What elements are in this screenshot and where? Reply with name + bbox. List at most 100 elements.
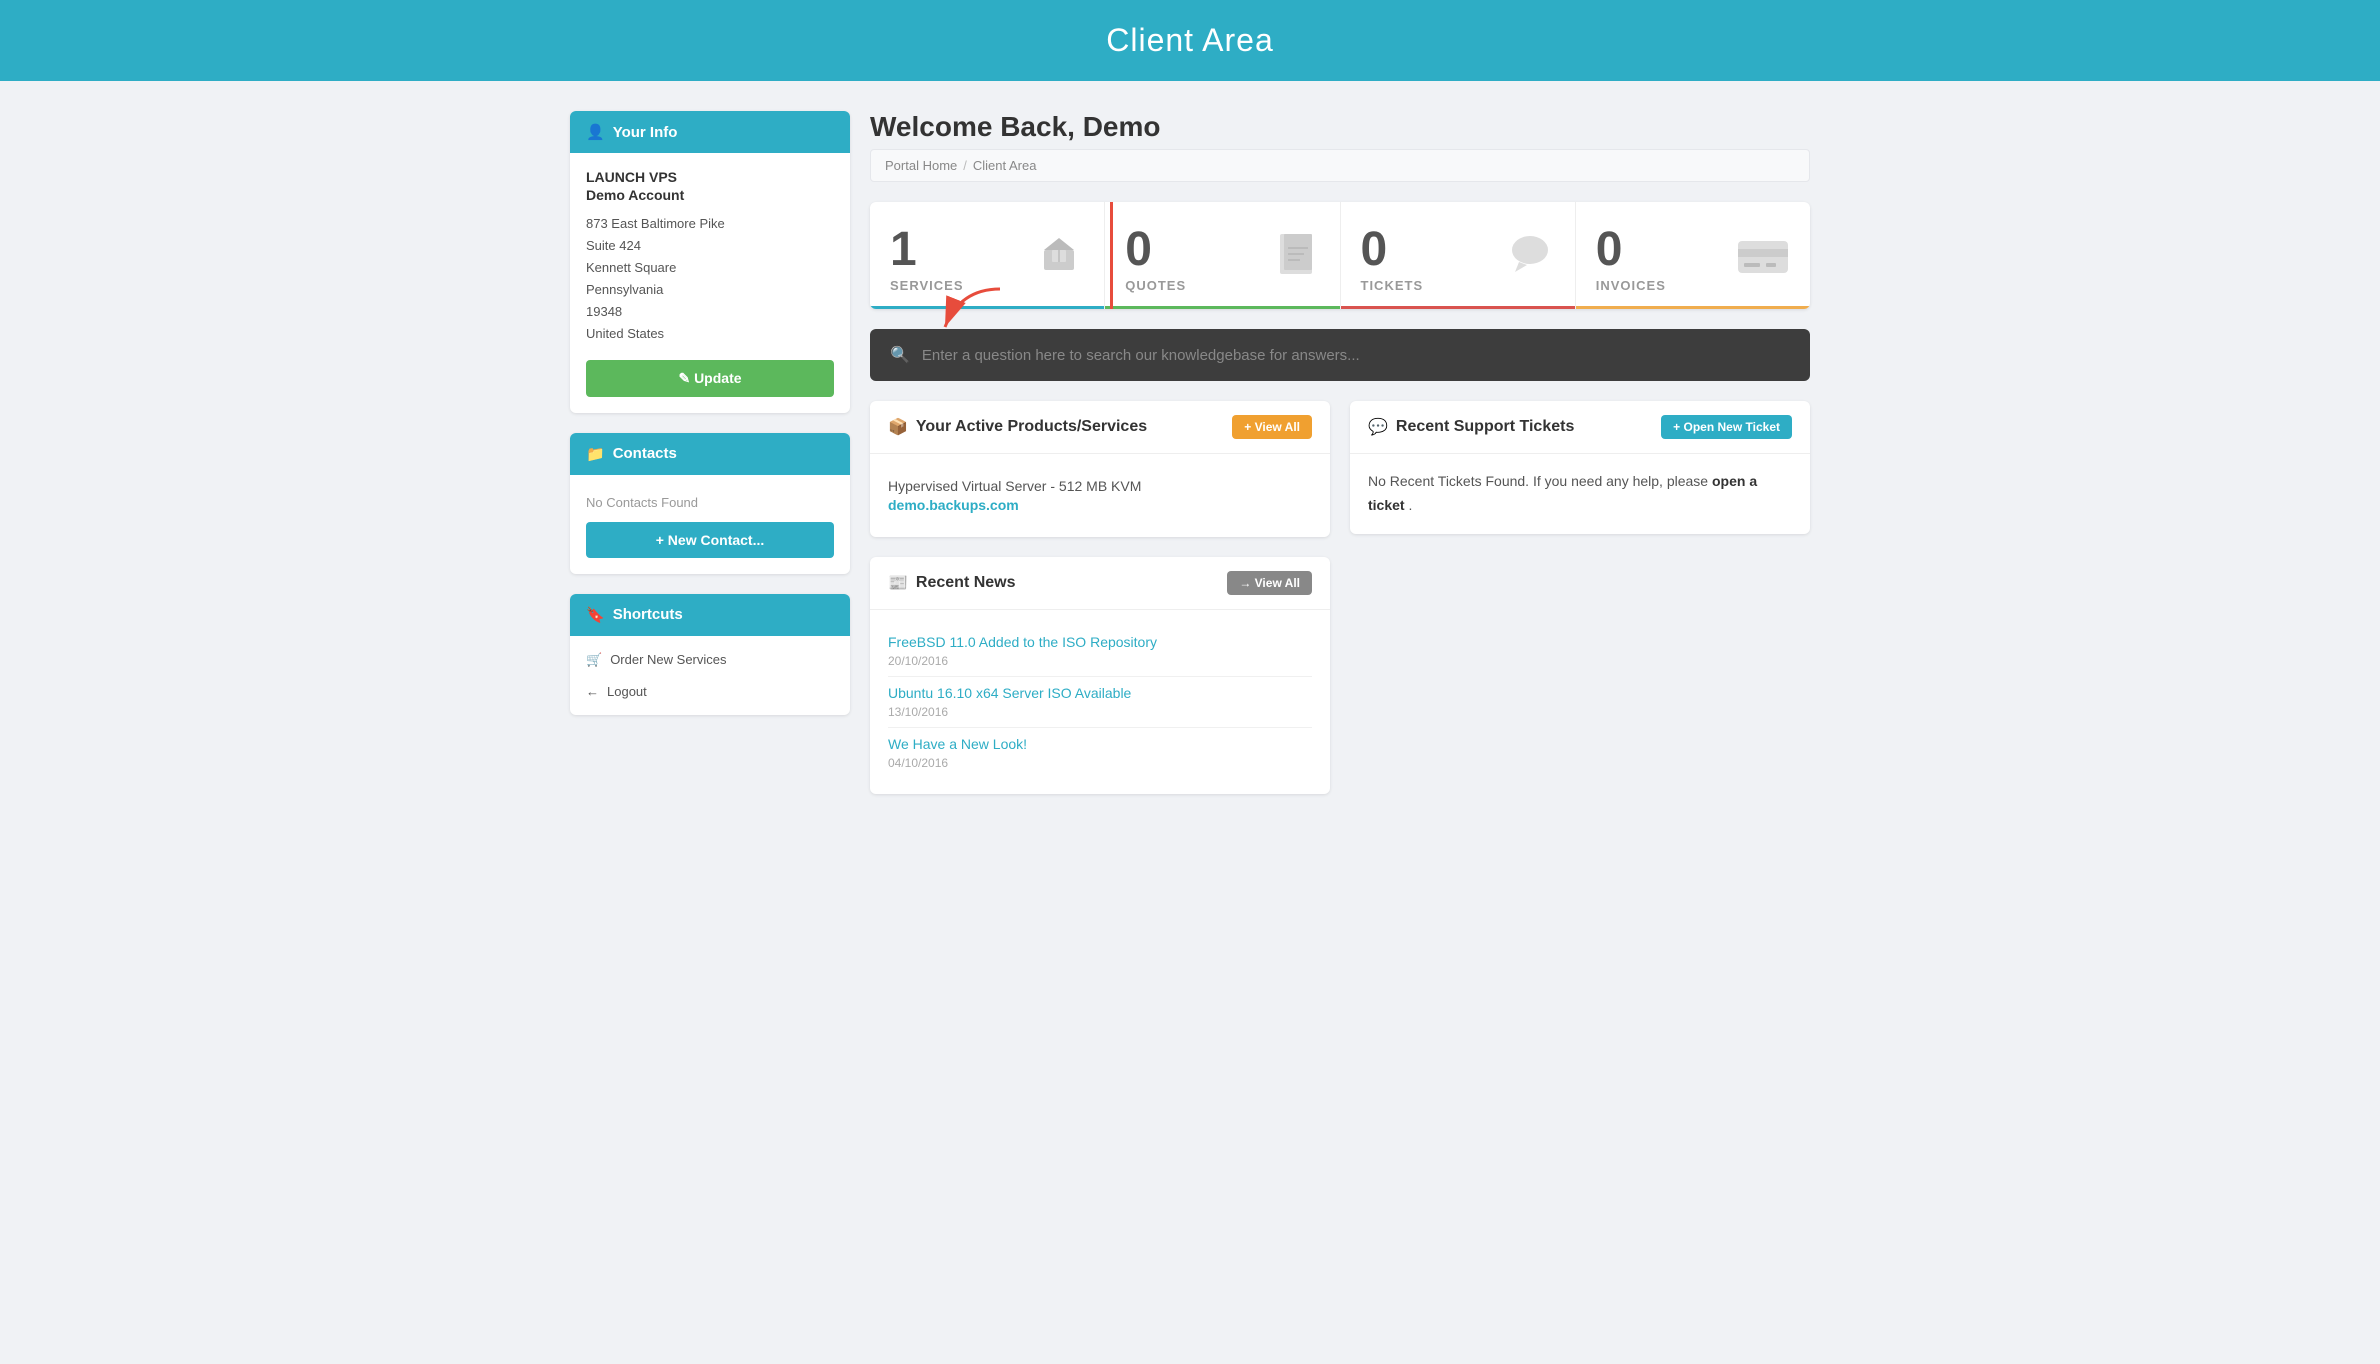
stat-quotes-left: 0 QUOTES bbox=[1125, 226, 1186, 293]
main-content: Welcome Back, Demo Portal Home / Client … bbox=[870, 111, 1810, 794]
news-date-2: 04/10/2016 bbox=[888, 756, 948, 770]
stat-invoices-left: 0 INVOICES bbox=[1596, 226, 1666, 293]
news-item-0: FreeBSD 11.0 Added to the ISO Repository… bbox=[888, 626, 1312, 677]
tickets-label: TICKETS bbox=[1361, 278, 1424, 293]
shortcuts-card: 🔖 Shortcuts 🛒 Order New Services ← Logou… bbox=[570, 594, 850, 715]
address-line4: Pennsylvania bbox=[586, 279, 834, 301]
news-title-0[interactable]: FreeBSD 11.0 Added to the ISO Repository bbox=[888, 634, 1312, 650]
services-panel-icon: 📦 bbox=[888, 417, 908, 437]
address-line2: Suite 424 bbox=[586, 235, 834, 257]
top-header: Client Area bbox=[0, 0, 2380, 81]
invoices-card-icon bbox=[1736, 235, 1790, 285]
logout-icon: ← bbox=[586, 684, 599, 699]
your-info-header: 👤 Your Info bbox=[570, 111, 850, 153]
active-services-header: 📦 Your Active Products/Services + View A… bbox=[870, 401, 1330, 454]
no-tickets-message: No Recent Tickets Found. If you need any… bbox=[1368, 470, 1792, 518]
active-services-panel: 📦 Your Active Products/Services + View A… bbox=[870, 401, 1330, 537]
update-button[interactable]: ✎ Update bbox=[586, 360, 834, 397]
shortcuts-icon: 🔖 bbox=[586, 606, 605, 624]
address-line6: United States bbox=[586, 323, 834, 345]
address-line3: Kennett Square bbox=[586, 257, 834, 279]
recent-news-header: 📰 Recent News → View All bbox=[870, 557, 1330, 610]
news-icon: 📰 bbox=[888, 573, 908, 593]
search-icon: 🔍 bbox=[890, 345, 910, 365]
company-name: LAUNCH VPS bbox=[586, 169, 834, 185]
main-container: 👤 Your Info LAUNCH VPS Demo Account 873 … bbox=[540, 111, 1840, 794]
breadcrumb-portal-home[interactable]: Portal Home bbox=[885, 158, 957, 173]
breadcrumb: Portal Home / Client Area bbox=[870, 149, 1810, 182]
stats-row: 1 SERVICES 0 QU bbox=[870, 202, 1810, 309]
sidebar: 👤 Your Info LAUNCH VPS Demo Account 873 … bbox=[570, 111, 850, 715]
news-item-1: Ubuntu 16.10 x64 Server ISO Available 13… bbox=[888, 677, 1312, 728]
logout-label: Logout bbox=[607, 684, 647, 699]
quotes-count: 0 bbox=[1125, 226, 1186, 274]
active-services-title: 📦 Your Active Products/Services bbox=[888, 417, 1147, 437]
shortcut-order-services[interactable]: 🛒 Order New Services bbox=[570, 644, 850, 676]
recent-news-body: FreeBSD 11.0 Added to the ISO Repository… bbox=[870, 610, 1330, 794]
quotes-doc-icon bbox=[1276, 230, 1320, 290]
news-item-2: We Have a New Look! 04/10/2016 bbox=[888, 728, 1312, 778]
address-line1: 873 East Baltimore Pike bbox=[586, 213, 834, 235]
service-item: Hypervised Virtual Server - 512 MB KVM d… bbox=[888, 470, 1312, 521]
services-box-icon bbox=[1034, 230, 1084, 290]
account-name: Demo Account bbox=[586, 187, 834, 203]
contacts-title: Contacts bbox=[613, 445, 677, 462]
contacts-body: No Contacts Found + New Contact... bbox=[570, 475, 850, 574]
active-services-body: Hypervised Virtual Server - 512 MB KVM d… bbox=[870, 454, 1330, 537]
cart-icon: 🛒 bbox=[586, 652, 602, 668]
panels-row: 📦 Your Active Products/Services + View A… bbox=[870, 401, 1810, 794]
your-info-card: 👤 Your Info LAUNCH VPS Demo Account 873 … bbox=[570, 111, 850, 413]
open-new-ticket-button[interactable]: + Open New Ticket bbox=[1661, 415, 1792, 439]
right-panels: 💬 Recent Support Tickets + Open New Tick… bbox=[1350, 401, 1810, 534]
recent-news-panel: 📰 Recent News → View All FreeBSD 11.0 Ad… bbox=[870, 557, 1330, 794]
news-date-0: 20/10/2016 bbox=[888, 654, 948, 668]
tickets-panel-icon: 💬 bbox=[1368, 417, 1388, 437]
news-title-1[interactable]: Ubuntu 16.10 x64 Server ISO Available bbox=[888, 685, 1312, 701]
services-label: SERVICES bbox=[890, 278, 964, 293]
tickets-chat-icon bbox=[1505, 230, 1555, 290]
search-bar: 🔍 bbox=[870, 329, 1810, 381]
support-tickets-title: 💬 Recent Support Tickets bbox=[1368, 417, 1574, 437]
address: 873 East Baltimore Pike Suite 424 Kennet… bbox=[586, 213, 834, 346]
shortcuts-header: 🔖 Shortcuts bbox=[570, 594, 850, 636]
quotes-label: QUOTES bbox=[1125, 278, 1186, 293]
your-info-body: LAUNCH VPS Demo Account 873 East Baltimo… bbox=[570, 153, 850, 413]
view-all-services-button[interactable]: + View All bbox=[1232, 415, 1312, 439]
recent-news-title: 📰 Recent News bbox=[888, 573, 1016, 593]
welcome-title: Welcome Back, Demo bbox=[870, 111, 1810, 143]
news-date-1: 13/10/2016 bbox=[888, 705, 948, 719]
view-all-news-button[interactable]: → View All bbox=[1227, 571, 1312, 595]
contacts-card: 📁 Contacts No Contacts Found + New Conta… bbox=[570, 433, 850, 574]
support-tickets-body: No Recent Tickets Found. If you need any… bbox=[1350, 454, 1810, 534]
new-contact-button[interactable]: + New Contact... bbox=[586, 522, 834, 558]
your-info-title: Your Info bbox=[613, 124, 678, 141]
invoices-count: 0 bbox=[1596, 226, 1666, 274]
no-contacts-text: No Contacts Found bbox=[586, 491, 834, 522]
no-tickets-suffix: . bbox=[1408, 497, 1412, 513]
support-tickets-header: 💬 Recent Support Tickets + Open New Tick… bbox=[1350, 401, 1810, 454]
stat-services-left: 1 SERVICES bbox=[890, 226, 964, 293]
search-input[interactable] bbox=[922, 347, 1790, 364]
stats-container: 1 SERVICES 0 QU bbox=[870, 202, 1810, 309]
no-tickets-text: No Recent Tickets Found. If you need any… bbox=[1368, 473, 1712, 489]
shortcuts-list: 🛒 Order New Services ← Logout bbox=[570, 636, 850, 715]
breadcrumb-client-area: Client Area bbox=[973, 158, 1037, 173]
stat-tickets-left: 0 TICKETS bbox=[1361, 226, 1424, 293]
shortcut-logout[interactable]: ← Logout bbox=[570, 676, 850, 707]
stat-quotes[interactable]: 0 QUOTES bbox=[1105, 202, 1340, 309]
contacts-header: 📁 Contacts bbox=[570, 433, 850, 475]
news-title-2[interactable]: We Have a New Look! bbox=[888, 736, 1312, 752]
breadcrumb-separator: / bbox=[963, 158, 967, 173]
user-icon: 👤 bbox=[586, 123, 605, 141]
services-count: 1 bbox=[890, 226, 964, 274]
support-tickets-panel: 💬 Recent Support Tickets + Open New Tick… bbox=[1350, 401, 1810, 534]
stat-tickets[interactable]: 0 TICKETS bbox=[1341, 202, 1576, 309]
stat-services[interactable]: 1 SERVICES bbox=[870, 202, 1105, 309]
service-domain[interactable]: demo.backups.com bbox=[888, 497, 1019, 513]
left-panels: 📦 Your Active Products/Services + View A… bbox=[870, 401, 1330, 794]
stat-invoices[interactable]: 0 INVOICES bbox=[1576, 202, 1810, 309]
order-services-label: Order New Services bbox=[610, 652, 726, 667]
recent-news-title-text: Recent News bbox=[916, 574, 1016, 592]
service-name: Hypervised Virtual Server - 512 MB KVM bbox=[888, 478, 1312, 494]
invoices-label: INVOICES bbox=[1596, 278, 1666, 293]
